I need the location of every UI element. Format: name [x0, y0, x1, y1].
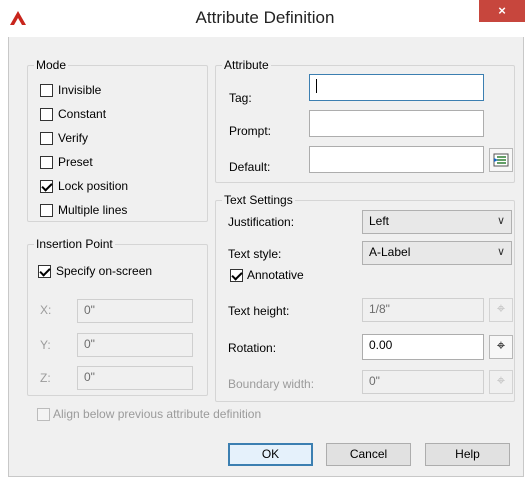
attribute-group: Attribute Tag: Prompt: Default: [215, 58, 515, 183]
window-title: Attribute Definition [195, 8, 335, 27]
insertion-point-label: Insertion Point [34, 237, 115, 251]
prompt-input[interactable] [309, 110, 484, 137]
pick-point-icon[interactable]: ⌖ [489, 298, 513, 322]
mode-checkbox-preset[interactable] [40, 156, 53, 169]
specify-on-screen-label[interactable]: Specify on-screen [56, 264, 152, 278]
mode-checkbox-constant[interactable] [40, 108, 53, 121]
text-style-label: Text style: [228, 247, 282, 261]
annotative-label[interactable]: Annotative [247, 268, 304, 282]
annotative-checkbox[interactable] [230, 269, 243, 282]
justification-value: Left [369, 214, 390, 228]
chevron-down-icon: ∨ [496, 215, 505, 227]
mode-checkbox-multiple-lines[interactable] [40, 204, 53, 217]
dialog-body: Mode Invisible Constant Verify Preset Lock p… [8, 37, 524, 477]
text-settings-label: Text Settings [222, 193, 295, 207]
boundary-width-label: Boundary width: [228, 377, 315, 391]
rotation-input[interactable]: 0.00 [362, 334, 484, 360]
chevron-down-icon: ∨ [496, 246, 505, 258]
mode-group: Mode Invisible Constant Verify Preset Lock p… [27, 58, 208, 222]
help-button[interactable]: Help [425, 443, 510, 466]
text-style-value: A-Label [369, 245, 411, 259]
mode-group-label: Mode [34, 58, 69, 72]
align-below-label[interactable]: Align below previous attribute definitio… [53, 407, 261, 421]
mode-checkbox-invisible[interactable] [40, 84, 53, 97]
text-height-input[interactable]: 1/8" [362, 298, 484, 322]
justification-select[interactable]: Left ∨ [362, 210, 512, 234]
tag-label: Tag: [229, 91, 252, 105]
mode-label-lock-position[interactable]: Lock position [58, 179, 128, 193]
specify-on-screen-checkbox[interactable] [38, 265, 51, 278]
pick-point-icon[interactable]: ⌖ [489, 370, 513, 394]
mode-label-constant[interactable]: Constant [58, 107, 106, 121]
cancel-button[interactable]: Cancel [326, 443, 411, 466]
title-bar: Attribute Definition × [0, 0, 530, 37]
text-style-select[interactable]: A-Label ∨ [362, 241, 512, 265]
x-label: X: [40, 303, 52, 317]
mode-label-invisible[interactable]: Invisible [58, 83, 101, 97]
y-input[interactable]: 0" [77, 333, 193, 357]
attribute-group-label: Attribute [222, 58, 271, 72]
default-input[interactable] [309, 146, 484, 173]
pick-point-icon[interactable]: ⌖ [489, 335, 513, 359]
insert-field-button[interactable] [489, 148, 513, 172]
z-label: Z: [40, 371, 51, 385]
mode-checkbox-verify[interactable] [40, 132, 53, 145]
y-label: Y: [40, 338, 51, 352]
boundary-width-input[interactable]: 0" [362, 370, 484, 394]
text-settings-group: Text Settings Justification: Left ∨ Text… [215, 193, 515, 402]
rotation-label: Rotation: [228, 341, 277, 355]
default-label: Default: [229, 160, 271, 174]
mode-label-preset[interactable]: Preset [58, 155, 93, 169]
justification-label: Justification: [228, 215, 295, 229]
mode-label-verify[interactable]: Verify [58, 131, 88, 145]
insert-field-icon [493, 153, 509, 167]
mode-checkbox-lock-position[interactable] [40, 180, 53, 193]
z-input[interactable]: 0" [77, 366, 193, 390]
x-input[interactable]: 0" [77, 299, 193, 323]
text-height-label: Text height: [228, 304, 290, 318]
tag-input[interactable] [309, 74, 484, 101]
ok-button[interactable]: OK [228, 443, 313, 466]
prompt-label: Prompt: [229, 124, 272, 138]
insertion-point-group: Insertion Point Specify on-screen X: 0" … [27, 237, 208, 396]
close-button[interactable]: × [479, 0, 525, 22]
align-below-checkbox[interactable] [37, 408, 50, 421]
text-caret [316, 79, 317, 93]
mode-label-multiple-lines[interactable]: Multiple lines [58, 203, 127, 217]
